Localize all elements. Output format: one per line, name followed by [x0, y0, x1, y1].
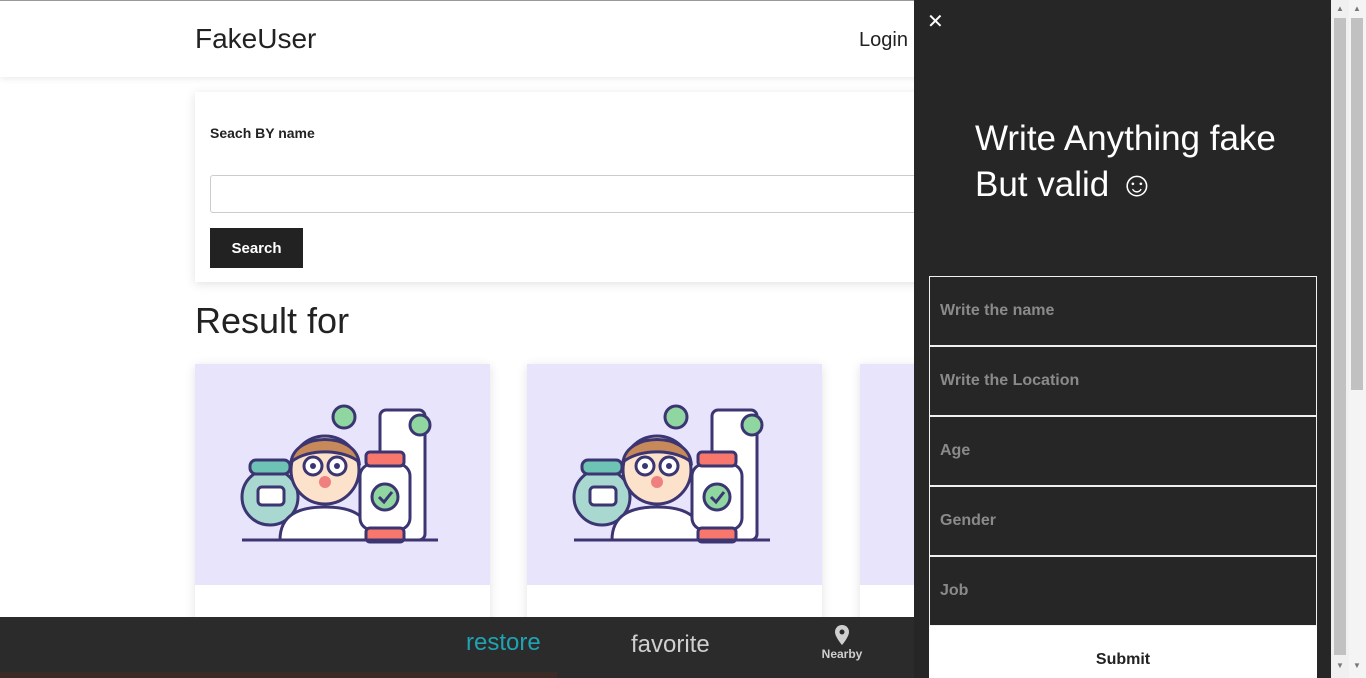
login-link[interactable]: Login — [859, 29, 908, 52]
gender-input[interactable] — [930, 487, 1316, 555]
drawer-title-line1: Write Anything fake — [975, 119, 1276, 158]
page-scroll-down-icon[interactable]: ▼ — [1350, 659, 1364, 673]
favorite-tab[interactable]: favorite — [631, 631, 710, 659]
submit-button[interactable]: Submit — [929, 626, 1317, 678]
name-field — [929, 276, 1317, 346]
side-drawer: ✕ Write Anything fake But valid ☺ Submit — [914, 0, 1331, 678]
scroll-down-icon[interactable]: ▼ — [1333, 659, 1347, 673]
result-card[interactable] — [527, 364, 822, 634]
nearby-label: Nearby — [821, 647, 863, 661]
drawer-scrollbar-thumb[interactable] — [1334, 18, 1346, 655]
location-pin-icon — [835, 625, 849, 645]
search-card: Seach BY name Search — [195, 92, 955, 282]
age-input[interactable] — [930, 417, 1316, 485]
brand-logo[interactable]: FakeUser — [195, 23, 316, 55]
drawer-title-line2: But valid ☺ — [975, 165, 1155, 204]
name-input[interactable] — [930, 277, 1316, 345]
doctor-illustration-icon — [240, 404, 438, 544]
nearby-tab[interactable]: Nearby — [820, 625, 864, 661]
card-image — [195, 364, 490, 585]
location-field — [929, 346, 1317, 416]
search-input[interactable] — [210, 175, 950, 213]
close-icon[interactable]: ✕ — [927, 12, 944, 32]
search-button[interactable]: Search — [210, 228, 303, 268]
taskbar-strip — [0, 672, 557, 678]
age-field — [929, 416, 1317, 486]
gender-field — [929, 486, 1317, 556]
doctor-illustration-icon — [572, 404, 770, 544]
page-scrollbar-thumb[interactable] — [1351, 18, 1363, 390]
location-input[interactable] — [930, 347, 1316, 415]
search-label: Seach BY name — [210, 125, 315, 141]
result-card[interactable] — [195, 364, 490, 634]
restore-tab[interactable]: restore — [466, 629, 541, 657]
job-field — [929, 556, 1317, 626]
page-scroll-up-icon[interactable]: ▲ — [1350, 2, 1364, 16]
scroll-up-icon[interactable]: ▲ — [1333, 2, 1347, 16]
card-image — [527, 364, 822, 585]
result-title: Result for — [195, 300, 350, 341]
drawer-title: Write Anything fake But valid ☺ — [975, 116, 1305, 208]
job-input[interactable] — [930, 557, 1316, 625]
